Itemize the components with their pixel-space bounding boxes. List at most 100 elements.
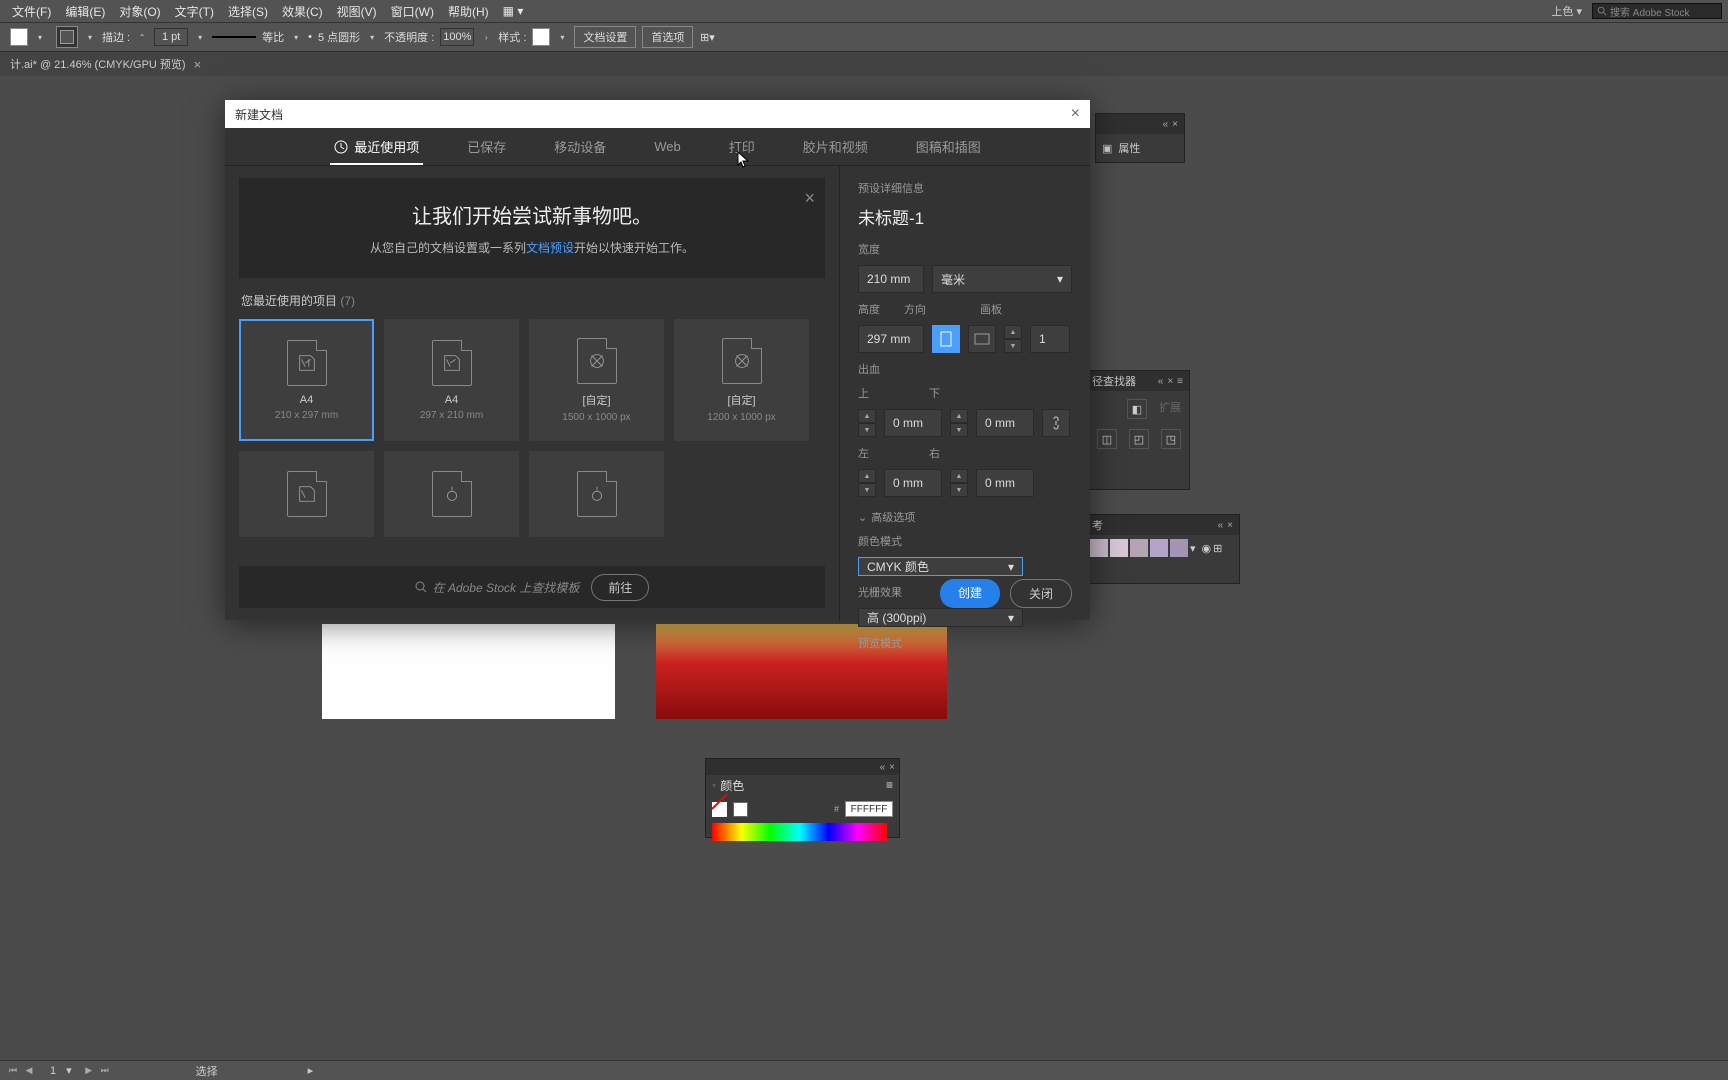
panel-close-icon[interactable]: × bbox=[1172, 119, 1178, 130]
banner: × 让我们开始尝试新事物吧。 从您自己的文档设置或一系列文档预设开始以快速开始工… bbox=[239, 178, 825, 278]
stroke-profile[interactable] bbox=[212, 36, 256, 38]
doc-name[interactable]: 未标题-1 bbox=[858, 204, 1072, 229]
nav-first[interactable]: ⏮ bbox=[6, 1064, 20, 1078]
edit-colors-icon[interactable]: ⊞ bbox=[1213, 542, 1222, 555]
preset-card-1[interactable]: A4297 x 210 mm bbox=[384, 319, 519, 441]
panel-menu-icon[interactable]: ≡ bbox=[1177, 376, 1183, 387]
guide-sw-4[interactable] bbox=[1150, 539, 1168, 557]
nav-last[interactable]: ⏭ bbox=[98, 1064, 112, 1078]
nav-next[interactable]: ▶ bbox=[82, 1064, 96, 1078]
height-input[interactable]: 297 mm bbox=[858, 325, 924, 353]
tab-saved[interactable]: 已保存 bbox=[463, 129, 510, 164]
recent-label: 您最近使用的项目 bbox=[241, 294, 337, 308]
color-guide-label[interactable]: 考 bbox=[1092, 517, 1103, 533]
document-tab[interactable]: 计.ai* @ 21.46% (CMYK/GPU 预览)× bbox=[0, 52, 211, 76]
style-swatch[interactable] bbox=[532, 28, 550, 46]
preset-card-6[interactable] bbox=[529, 451, 664, 537]
props-icon: ▣ bbox=[1102, 142, 1112, 155]
color-spectrum[interactable] bbox=[712, 823, 887, 841]
bleed-top[interactable]: 0 mm bbox=[884, 409, 942, 437]
color-tab[interactable]: 颜色 bbox=[720, 777, 744, 794]
link-bleed-icon[interactable] bbox=[1042, 409, 1070, 437]
guide-sw-5[interactable] bbox=[1170, 539, 1188, 557]
menu-file[interactable]: 文件(F) bbox=[6, 1, 57, 22]
go-button[interactable]: 前往 bbox=[591, 574, 649, 601]
pathfinder-op-b[interactable]: ◰ bbox=[1129, 429, 1149, 449]
raster-select[interactable]: 高 (300ppi)▾ bbox=[858, 608, 1023, 627]
menu-type[interactable]: 文字(T) bbox=[169, 1, 220, 22]
colorize-button[interactable]: 上色 ▾ bbox=[1543, 1, 1590, 21]
pathfinder-label[interactable]: 径查找器 bbox=[1092, 373, 1136, 389]
white-swatch[interactable] bbox=[733, 802, 748, 817]
hex-input[interactable] bbox=[845, 801, 893, 817]
doc-setup-button[interactable]: 文档设置 bbox=[574, 26, 636, 48]
menu-window[interactable]: 窗口(W) bbox=[385, 1, 440, 22]
recent-count: (7) bbox=[340, 294, 355, 308]
close-button[interactable]: 关闭 bbox=[1010, 579, 1072, 608]
stock-search[interactable]: 搜索 Adobe Stock bbox=[1592, 3, 1722, 19]
bleed-left[interactable]: 0 mm bbox=[884, 469, 942, 497]
create-button[interactable]: 创建 bbox=[940, 579, 1000, 608]
menubar: 文件(F) 编辑(E) 对象(O) 文字(T) 选择(S) 效果(C) 视图(V… bbox=[0, 0, 1728, 22]
control-bar: ▾ ▾ 描边 : ⌃▾ 等比▾ •5 点圆形▾ 不透明度 : › 样式 : ▾ … bbox=[0, 22, 1728, 52]
preset-card-4[interactable] bbox=[239, 451, 374, 537]
presets-link[interactable]: 文档预设 bbox=[526, 241, 574, 255]
bleed-bottom[interactable]: 0 mm bbox=[976, 409, 1034, 437]
advanced-toggle[interactable]: ⌄高级选项 bbox=[858, 509, 1072, 525]
unit-select[interactable]: 毫米▾ bbox=[932, 265, 1072, 293]
pathfinder-op-a[interactable]: ◫ bbox=[1097, 429, 1117, 449]
preset-card-2[interactable]: [自定]1500 x 1000 px bbox=[529, 319, 664, 441]
landscape-button[interactable] bbox=[968, 325, 996, 353]
nav-prev[interactable]: ◀ bbox=[22, 1064, 36, 1078]
preset-card-3[interactable]: [自定]1200 x 1000 px bbox=[674, 319, 809, 441]
guide-sw-2[interactable] bbox=[1110, 539, 1128, 557]
portrait-button[interactable] bbox=[932, 325, 960, 353]
stock-search-field[interactable]: 在 Adobe Stock 上查找模板 bbox=[415, 579, 580, 596]
tab-print[interactable]: 打印 bbox=[725, 129, 759, 164]
none-swatch[interactable] bbox=[712, 802, 727, 817]
stroke-dd[interactable]: ▾ bbox=[84, 28, 96, 46]
align-icon[interactable]: ⊞▾ bbox=[699, 29, 715, 45]
menu-select[interactable]: 选择(S) bbox=[222, 1, 274, 22]
stroke-swatch[interactable] bbox=[56, 26, 78, 48]
prefs-button[interactable]: 首选项 bbox=[642, 26, 693, 48]
dialog-close-icon[interactable]: × bbox=[1071, 105, 1080, 123]
arrange-docs-icon[interactable]: ▦ ▾ bbox=[497, 2, 530, 20]
opacity-value[interactable] bbox=[440, 28, 474, 46]
artboard-spin[interactable]: ▲▼ bbox=[1004, 325, 1022, 353]
menu-help[interactable]: 帮助(H) bbox=[442, 1, 495, 22]
pathfinder-op-c[interactable]: ◳ bbox=[1161, 429, 1181, 449]
expand-btn[interactable]: 扩展 bbox=[1159, 399, 1181, 419]
colormode-select[interactable]: CMYK 颜色▾ bbox=[858, 557, 1023, 576]
properties-label[interactable]: 属性 bbox=[1118, 140, 1140, 156]
menu-object[interactable]: 对象(O) bbox=[113, 1, 166, 22]
tab-mobile[interactable]: 移动设备 bbox=[550, 129, 610, 164]
guide-sw-3[interactable] bbox=[1130, 539, 1148, 557]
fill-dd[interactable]: ▾ bbox=[34, 28, 46, 46]
stroke-weight[interactable] bbox=[154, 28, 188, 46]
menu-edit[interactable]: 编辑(E) bbox=[59, 1, 111, 22]
close-tab-icon[interactable]: × bbox=[194, 57, 202, 72]
bleed-right[interactable]: 0 mm bbox=[976, 469, 1034, 497]
pathfinder-op-1[interactable]: ◧ bbox=[1127, 399, 1147, 419]
tab-recent[interactable]: 最近使用项 bbox=[330, 129, 423, 164]
search-icon bbox=[415, 581, 427, 593]
fill-swatch[interactable] bbox=[10, 28, 28, 46]
panel-menu-icon[interactable]: ≡ bbox=[886, 778, 893, 792]
search-icon bbox=[1597, 6, 1607, 16]
tab-film[interactable]: 胶片和视频 bbox=[799, 129, 872, 164]
color-wheel-icon[interactable]: ◉ bbox=[1202, 542, 1212, 555]
tab-art[interactable]: 图稿和插图 bbox=[912, 129, 985, 164]
width-input[interactable]: 210 mm bbox=[858, 265, 924, 293]
menu-view[interactable]: 视图(V) bbox=[331, 1, 383, 22]
guide-sw-1[interactable] bbox=[1090, 539, 1108, 557]
color-guide-panel: 考«× ▾ ◉ ⊞ bbox=[1085, 514, 1240, 584]
panel-collapse-icon[interactable]: « bbox=[1163, 119, 1169, 130]
tab-web[interactable]: Web bbox=[650, 131, 685, 162]
preset-card-0[interactable]: A4210 x 297 mm bbox=[239, 319, 374, 441]
menu-effect[interactable]: 效果(C) bbox=[276, 1, 329, 22]
preset-card-5[interactable] bbox=[384, 451, 519, 537]
artboard-count[interactable]: 1 bbox=[1030, 325, 1070, 353]
document-tabs: 计.ai* @ 21.46% (CMYK/GPU 预览)× bbox=[0, 52, 1728, 76]
banner-close-icon[interactable]: × bbox=[804, 188, 815, 209]
